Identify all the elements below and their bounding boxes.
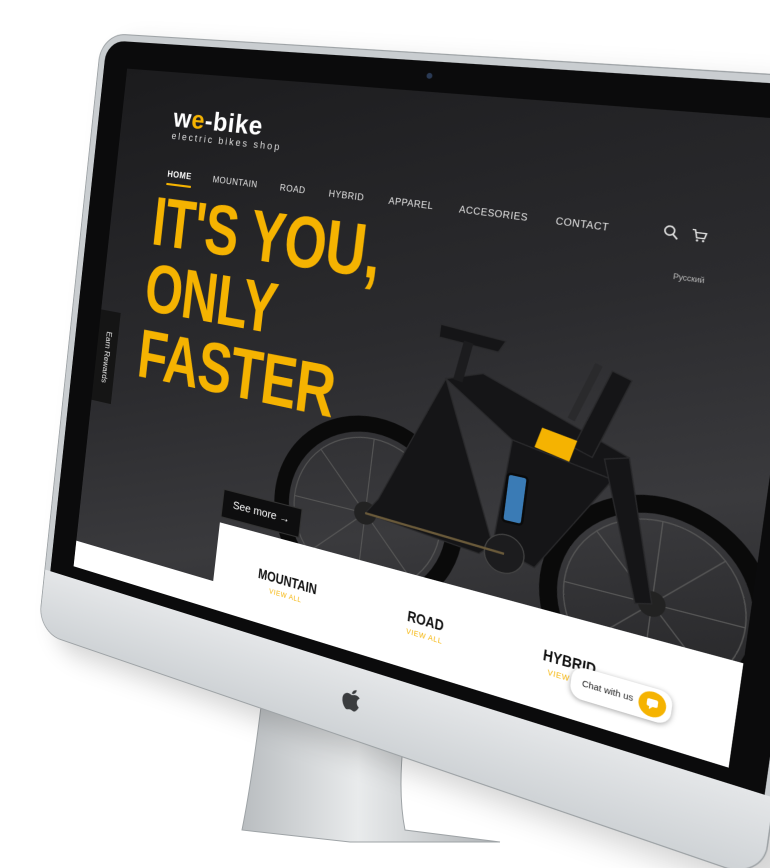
earn-rewards-tab[interactable]: Earn Rewards — [91, 309, 121, 405]
nav-item-contact[interactable]: CONTACT — [554, 216, 610, 241]
monitor: we-bike electric bikes shop HOME MOUNTAI… — [38, 33, 770, 868]
category-road[interactable]: ROAD VIEW ALL — [402, 606, 450, 647]
apple-logo-icon — [341, 686, 361, 713]
site-logo[interactable]: we-bike electric bikes shop — [171, 104, 285, 153]
category-mountain[interactable]: MOUNTAIN VIEW ALL — [250, 563, 325, 611]
camera — [426, 72, 433, 79]
hero-headline: IT'S YOU, ONLY FASTER — [134, 182, 468, 451]
nav-item-accesories[interactable]: ACCESORIES — [458, 204, 528, 230]
monitor-perspective: we-bike electric bikes shop HOME MOUNTAI… — [0, 0, 770, 868]
search-icon[interactable] — [662, 223, 681, 240]
header-icons — [662, 223, 709, 244]
language-switch[interactable]: Русский — [672, 274, 704, 286]
earn-rewards-label: Earn Rewards — [99, 330, 113, 384]
chat-bubble-icon[interactable] — [636, 687, 668, 721]
chat-label: Chat with us — [581, 679, 634, 704]
nav-item-apparel[interactable]: APPAREL — [387, 196, 434, 219]
cart-icon[interactable] — [690, 227, 709, 244]
